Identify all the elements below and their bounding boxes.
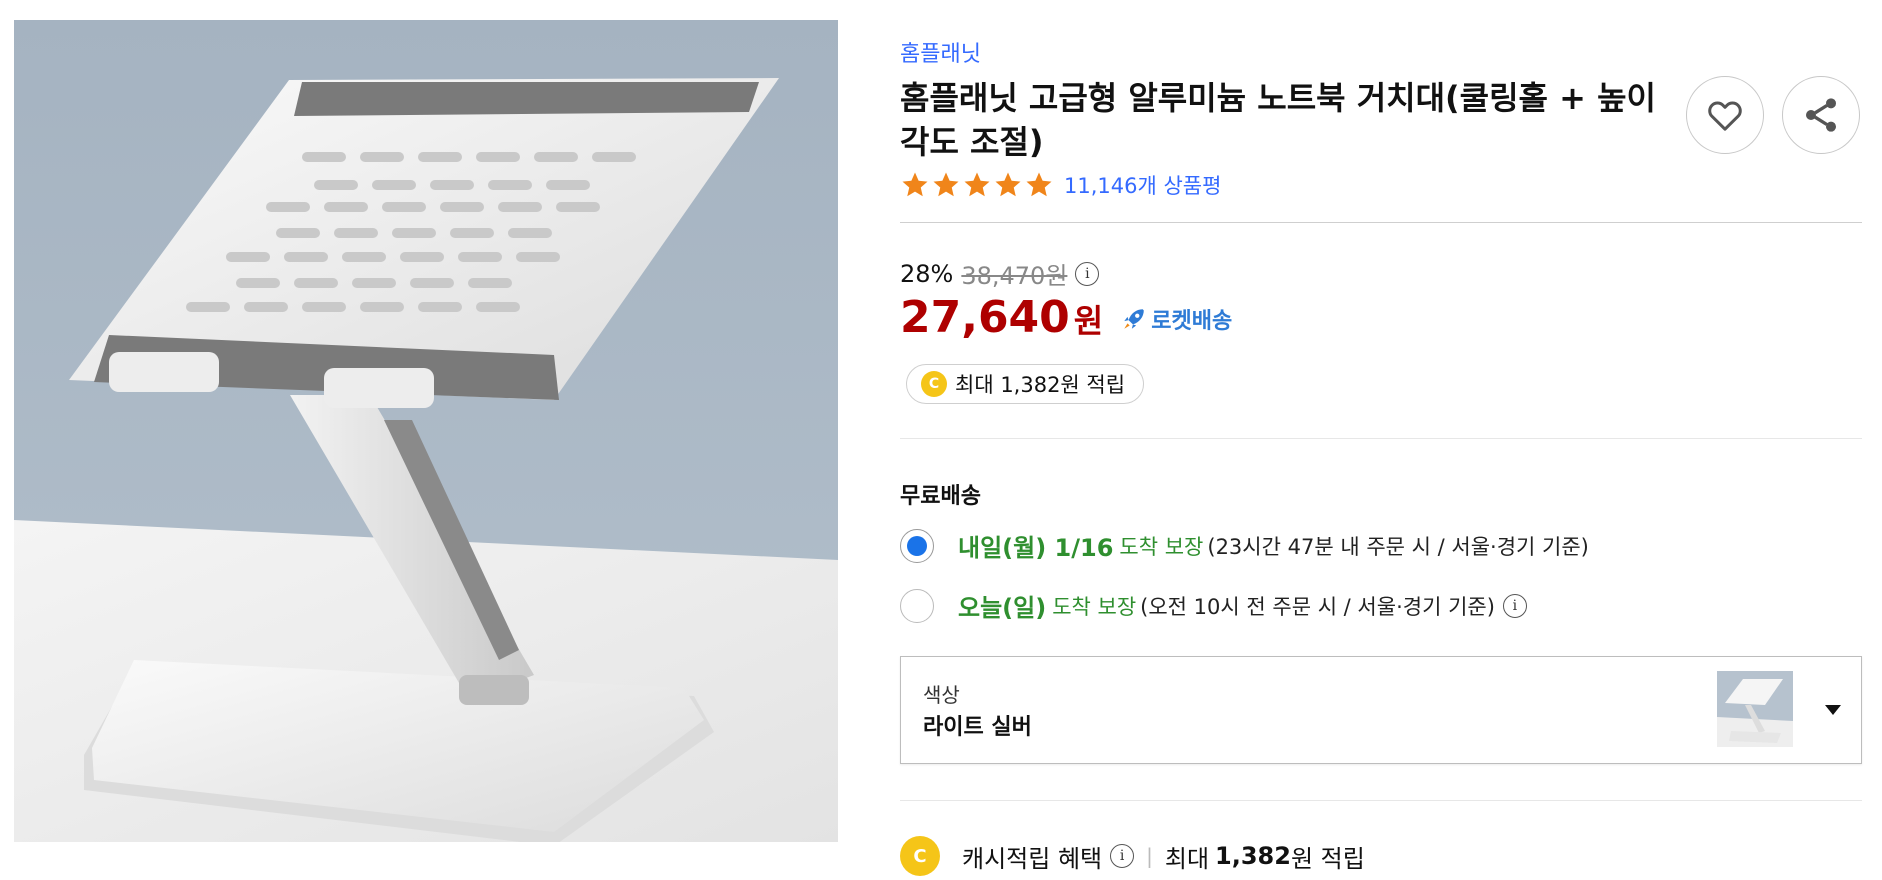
original-price: 38,470원 (961, 262, 1068, 290)
chevron-down-icon[interactable] (1823, 703, 1843, 717)
radio-selected[interactable] (900, 528, 934, 563)
shipping-title: 무료배송 (900, 484, 981, 509)
delivery-guarantee: 도착 보장 (1052, 594, 1137, 619)
rocket-delivery-badge: 로켓배송 (1121, 303, 1232, 335)
review-count-link[interactable]: 11,146개 상품평 (1064, 170, 1221, 200)
option-label: 색상 (923, 683, 960, 707)
star-icon (933, 172, 959, 197)
cash-prefix: 최대 (1164, 844, 1210, 873)
star-icon (902, 172, 928, 197)
reward-pill: C 최대 1,382원 적립 (906, 364, 1145, 404)
delivery-date: 내일(월) 1/16 (958, 534, 1114, 562)
cash-suffix: 원 적립 (1290, 844, 1365, 873)
color-option-select[interactable]: 색상 라이트 실버 (900, 656, 1862, 764)
rating-row: 11,146개 상품평 (900, 170, 1221, 200)
delivery-option-today[interactable]: 오늘(일) 도착 보장 (오전 10시 전 주문 시 / 서울·경기 기준) i (900, 588, 1527, 623)
product-title: 홈플래닛 고급형 알루미늄 노트북 거치대(쿨링홀 + 높이 각도 조절) (900, 79, 1656, 161)
star-icon (1026, 172, 1052, 197)
cash-benefit-row: C 캐시적립 혜택 i | 최대 1,382 원 적립 (900, 836, 1365, 876)
star-icon (964, 172, 990, 197)
separator: | (1146, 844, 1153, 868)
discount-rate: 28% (900, 259, 954, 288)
wishlist-button[interactable] (1686, 76, 1764, 154)
star-icon (995, 172, 1021, 197)
info-icon[interactable]: i (1110, 844, 1135, 868)
option-thumbnail (1717, 671, 1793, 747)
share-icon (1806, 98, 1836, 132)
delivery-note: (23시간 47분 내 주문 시 / 서울·경기 기준) (1207, 534, 1589, 559)
delivery-date: 오늘(일) (958, 594, 1047, 622)
coin-icon: C (900, 836, 940, 876)
heart-icon (1708, 101, 1742, 131)
rocket-delivery-label: 로켓배송 (1151, 309, 1233, 334)
divider (900, 222, 1862, 223)
divider (900, 800, 1862, 801)
cash-amount: 1,382 (1215, 842, 1291, 870)
cash-benefit-label: 캐시적립 혜택 (962, 844, 1103, 873)
coin-icon: C (921, 371, 947, 397)
delivery-note: (오전 10시 전 주문 시 / 서울·경기 기준) (1140, 594, 1495, 619)
share-button[interactable] (1782, 76, 1860, 154)
delivery-option-tomorrow[interactable]: 내일(월) 1/16 도착 보장 (23시간 47분 내 주문 시 / 서울·경… (900, 528, 1589, 563)
option-value: 라이트 실버 (923, 715, 1032, 740)
reward-text: 최대 1,382원 적립 (955, 373, 1126, 397)
info-icon[interactable]: i (1075, 261, 1100, 286)
divider (900, 438, 1862, 439)
radio-unselected[interactable] (900, 588, 934, 623)
rocket-icon (1124, 309, 1144, 329)
brand-link[interactable]: 홈플래닛 (900, 36, 981, 68)
discount-row: 28% 38,470원 i (900, 256, 1100, 291)
currency-unit: 원 (1073, 302, 1104, 340)
sale-price: 27,640 (900, 292, 1070, 343)
delivery-guarantee: 도착 보장 (1119, 534, 1204, 559)
price-row: 27,640 원 로켓배송 (900, 292, 1232, 343)
star-rating (900, 170, 1054, 200)
info-icon[interactable]: i (1502, 593, 1527, 618)
product-image[interactable] (14, 20, 838, 842)
